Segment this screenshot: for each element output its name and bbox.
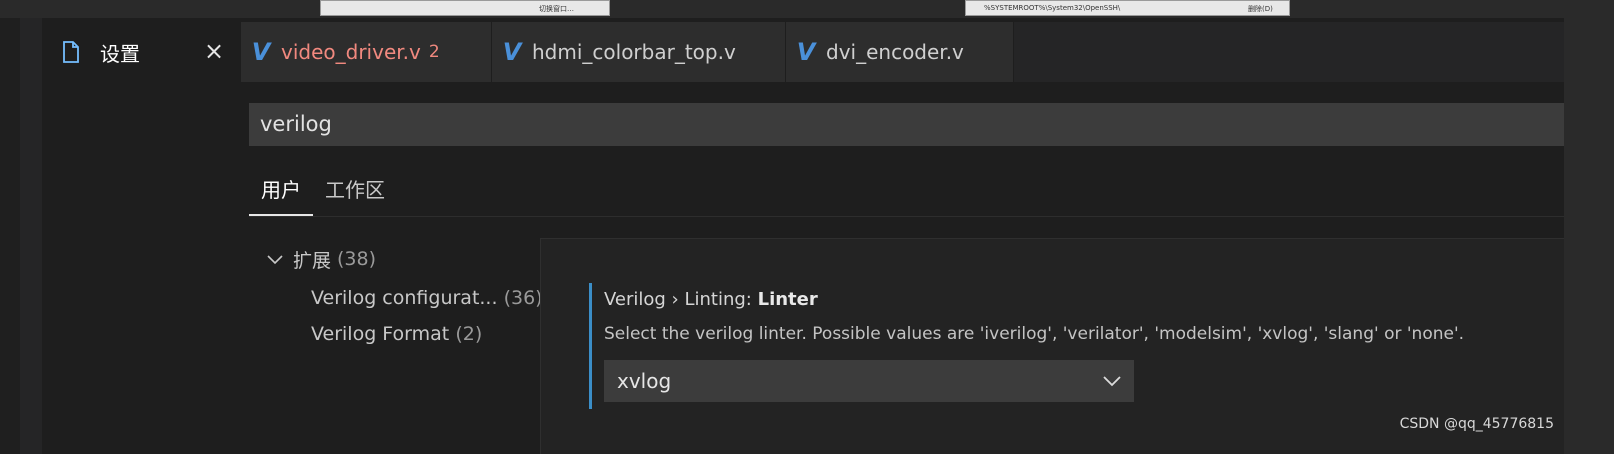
verilog-icon: V xyxy=(796,38,816,66)
background-window-text: 删除(D) xyxy=(1248,5,1273,13)
tab-user[interactable]: 用户 xyxy=(249,172,313,216)
tab-label: hdmi_colorbar_top.v xyxy=(532,40,736,64)
tab-dvi-encoder[interactable]: V dvi_encoder.v xyxy=(786,22,1014,82)
close-icon[interactable]: × xyxy=(202,39,226,63)
verilog-icon: V xyxy=(502,38,522,66)
tab-label: dvi_encoder.v xyxy=(826,40,964,64)
left-gutter xyxy=(0,18,20,454)
setting-description: Select the verilog linter. Possible valu… xyxy=(604,324,1465,344)
watermark: CSDN @qq_45776815 xyxy=(1399,416,1554,432)
setting-title: Verilog › Linting: Linter xyxy=(604,289,1549,310)
problem-count-badge: 2 xyxy=(428,42,440,62)
toc-item-label: Verilog Format xyxy=(311,323,450,345)
background-window-text: %SYSTEMROOT%\System32\OpenSSH\ xyxy=(984,4,1121,12)
settings-table-of-contents: 扩展 (38) Verilog configurat... (36) Veril… xyxy=(267,242,547,352)
setting-name: Linter xyxy=(757,289,818,310)
editor-area: 设置 × V video_driver.v 2 V hdmi_colorbar_… xyxy=(42,18,1614,454)
divider xyxy=(249,216,1564,217)
toc-group-label: 扩展 xyxy=(293,249,332,272)
linter-select-value: xvlog xyxy=(617,369,672,393)
tab-video-driver[interactable]: V video_driver.v 2 xyxy=(241,22,492,82)
tab-label: video_driver.v xyxy=(281,40,421,64)
tab-settings[interactable]: 设置 × xyxy=(42,22,241,82)
settings-editor: verilog 用户 工作区 扩展 (38) Verilog configura… xyxy=(42,82,1564,454)
tab-label: 设置 xyxy=(100,41,140,66)
verilog-icon: V xyxy=(251,38,271,66)
toc-item-count: (2) xyxy=(455,323,483,345)
background-window-text: 切换窗口… xyxy=(539,5,574,13)
right-edge xyxy=(1564,18,1614,454)
toc-group-count: (38) xyxy=(337,248,377,270)
file-icon xyxy=(42,41,100,63)
setting-item-linter: Verilog › Linting: Linter Select the ver… xyxy=(589,283,1549,409)
toc-item-verilog-format[interactable]: Verilog Format (2) xyxy=(267,316,547,352)
tab-bar: 设置 × V video_driver.v 2 V hdmi_colorbar_… xyxy=(42,22,1564,82)
background-window-fragment: 切换窗口… xyxy=(320,0,610,16)
setting-category: Verilog › Linting: xyxy=(604,289,758,310)
chevron-down-icon xyxy=(267,248,289,270)
tab-workspace[interactable]: 工作区 xyxy=(313,172,397,216)
chevron-down-icon xyxy=(1103,372,1121,391)
tab-hdmi-colorbar-top[interactable]: V hdmi_colorbar_top.v xyxy=(492,22,786,82)
toc-group-extensions[interactable]: 扩展 (38) xyxy=(267,242,547,276)
background-window-fragment: %SYSTEMROOT%\System32\OpenSSH\ 删除(D) xyxy=(965,0,1290,16)
toc-item-count: (36) xyxy=(503,287,543,309)
settings-scope-tabs: 用户 工作区 xyxy=(249,172,397,218)
settings-search-input[interactable]: verilog xyxy=(249,103,1564,146)
toc-item-label: Verilog configurat... xyxy=(311,287,498,309)
toc-item-verilog-configuration[interactable]: Verilog configurat... (36) xyxy=(267,280,547,316)
linter-select[interactable]: xvlog xyxy=(604,360,1134,402)
background-window-strip: 切换窗口… %SYSTEMROOT%\System32\OpenSSH\ 删除(… xyxy=(0,0,1614,18)
activity-bar-edge xyxy=(20,18,42,454)
